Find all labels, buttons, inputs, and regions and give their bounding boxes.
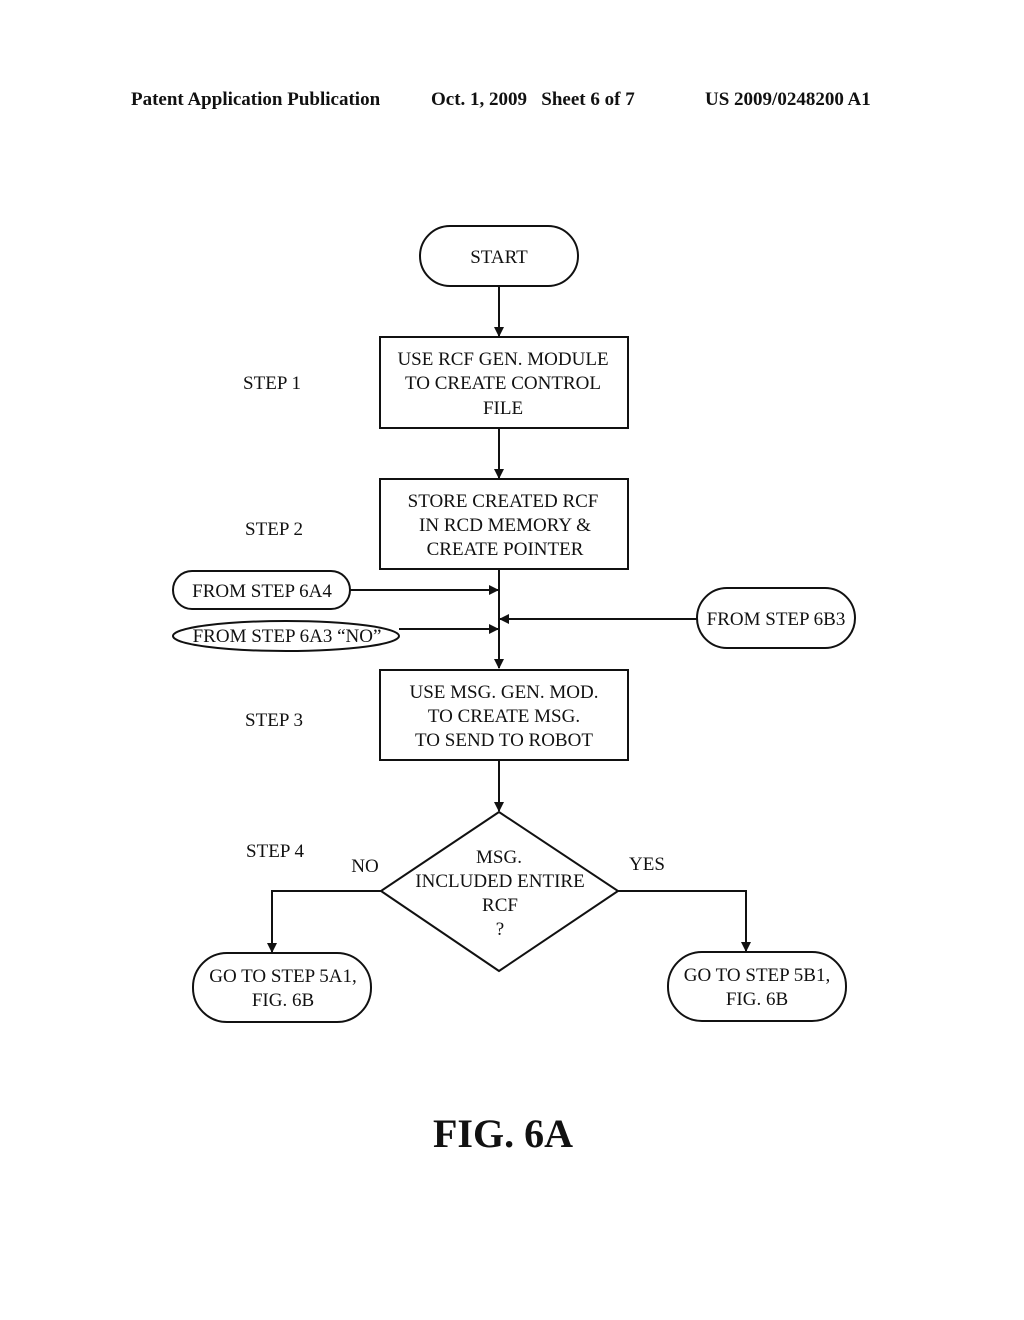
no-target-line1: GO TO STEP 5A1, [209, 966, 356, 987]
step1-text-line1: USE RCF GEN. MODULE [397, 349, 608, 370]
figure-label: FIG. 6A [433, 1111, 573, 1156]
step4-text-line2: INCLUDED ENTIRE [415, 871, 584, 892]
step1-label: STEP 1 [243, 373, 301, 394]
step3-text-line1: USE MSG. GEN. MOD. [410, 682, 599, 703]
step1-text-line3: FILE [483, 398, 523, 419]
step2-text-line2: IN RCD MEMORY & [419, 515, 591, 536]
step4-label: STEP 4 [246, 841, 304, 862]
flowchart: START STEP 1 USE RCF GEN. MODULE TO CREA… [172, 225, 856, 1156]
connector-6a3-text: FROM STEP 6A3 “NO” [193, 626, 382, 647]
step4-text-line4: ? [496, 919, 504, 940]
step2-text-line3: CREATE POINTER [427, 539, 584, 560]
yes-target-terminal [667, 951, 847, 1022]
step2-label: STEP 2 [245, 519, 303, 540]
start-label: START [470, 247, 528, 268]
step4-text-line1: MSG. [476, 847, 522, 868]
connector-6a4-text: FROM STEP 6A4 [192, 581, 332, 602]
step3-text-line3: TO SEND TO ROBOT [415, 730, 593, 751]
step1-text-line2: TO CREATE CONTROL [405, 373, 601, 394]
yes-target-line2: FIG. 6B [726, 989, 788, 1010]
arrow-no-branch [267, 890, 381, 953]
arrow-yes-branch [618, 890, 751, 952]
no-branch-label: NO [351, 856, 378, 877]
step2-text-line1: STORE CREATED RCF [408, 491, 599, 512]
no-target-terminal [192, 952, 372, 1023]
step4-text-line3: RCF [482, 895, 518, 916]
step3-text-line2: TO CREATE MSG. [428, 706, 580, 727]
yes-target-line1: GO TO STEP 5B1, [684, 965, 830, 986]
step3-label: STEP 3 [245, 710, 303, 731]
no-target-line2: FIG. 6B [252, 990, 314, 1011]
yes-branch-label: YES [629, 854, 665, 875]
connector-6b3-text: FROM STEP 6B3 [707, 609, 846, 630]
